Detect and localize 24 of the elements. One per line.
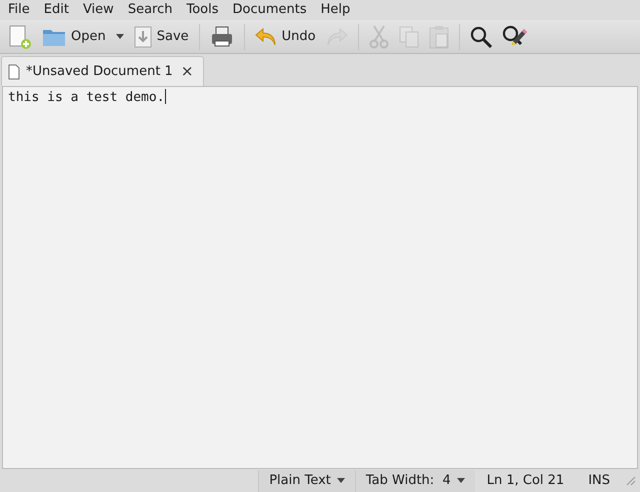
menu-item[interactable]: Search <box>120 1 180 19</box>
toolbar-button[interactable]: Save <box>130 22 193 52</box>
text-editor[interactable]: this is a test demo. <box>2 86 638 469</box>
text-cursor <box>164 89 166 104</box>
document-icon <box>8 64 20 80</box>
document-tab[interactable]: *Unsaved Document 1 × <box>1 56 204 86</box>
status-text: Ln 1, Col 21 <box>486 472 566 490</box>
status-dropdown[interactable]: Tab Width: 4 <box>354 470 475 492</box>
tab-label: *Unsaved Document 1 <box>26 62 173 81</box>
status-text: INS <box>587 472 611 490</box>
menu-item[interactable]: Edit <box>36 1 76 19</box>
menu-item[interactable]: Documents <box>226 1 314 19</box>
toolbar-button[interactable]: Undo <box>250 22 320 52</box>
menu-item[interactable]: Tools <box>179 1 226 19</box>
status-dropdown[interactable]: Plain Text <box>258 470 355 492</box>
menu-item[interactable]: View <box>76 1 121 19</box>
close-button[interactable]: × <box>178 64 196 79</box>
menu-item[interactable]: Help <box>314 1 358 19</box>
menu-item[interactable]: File <box>1 1 37 19</box>
toolbar-button[interactable]: Open <box>38 22 110 52</box>
save-icon <box>134 26 152 48</box>
resize-grip-icon[interactable] <box>626 476 636 486</box>
editor-text: this is a test demo. <box>8 90 165 105</box>
undo-icon <box>254 26 277 46</box>
